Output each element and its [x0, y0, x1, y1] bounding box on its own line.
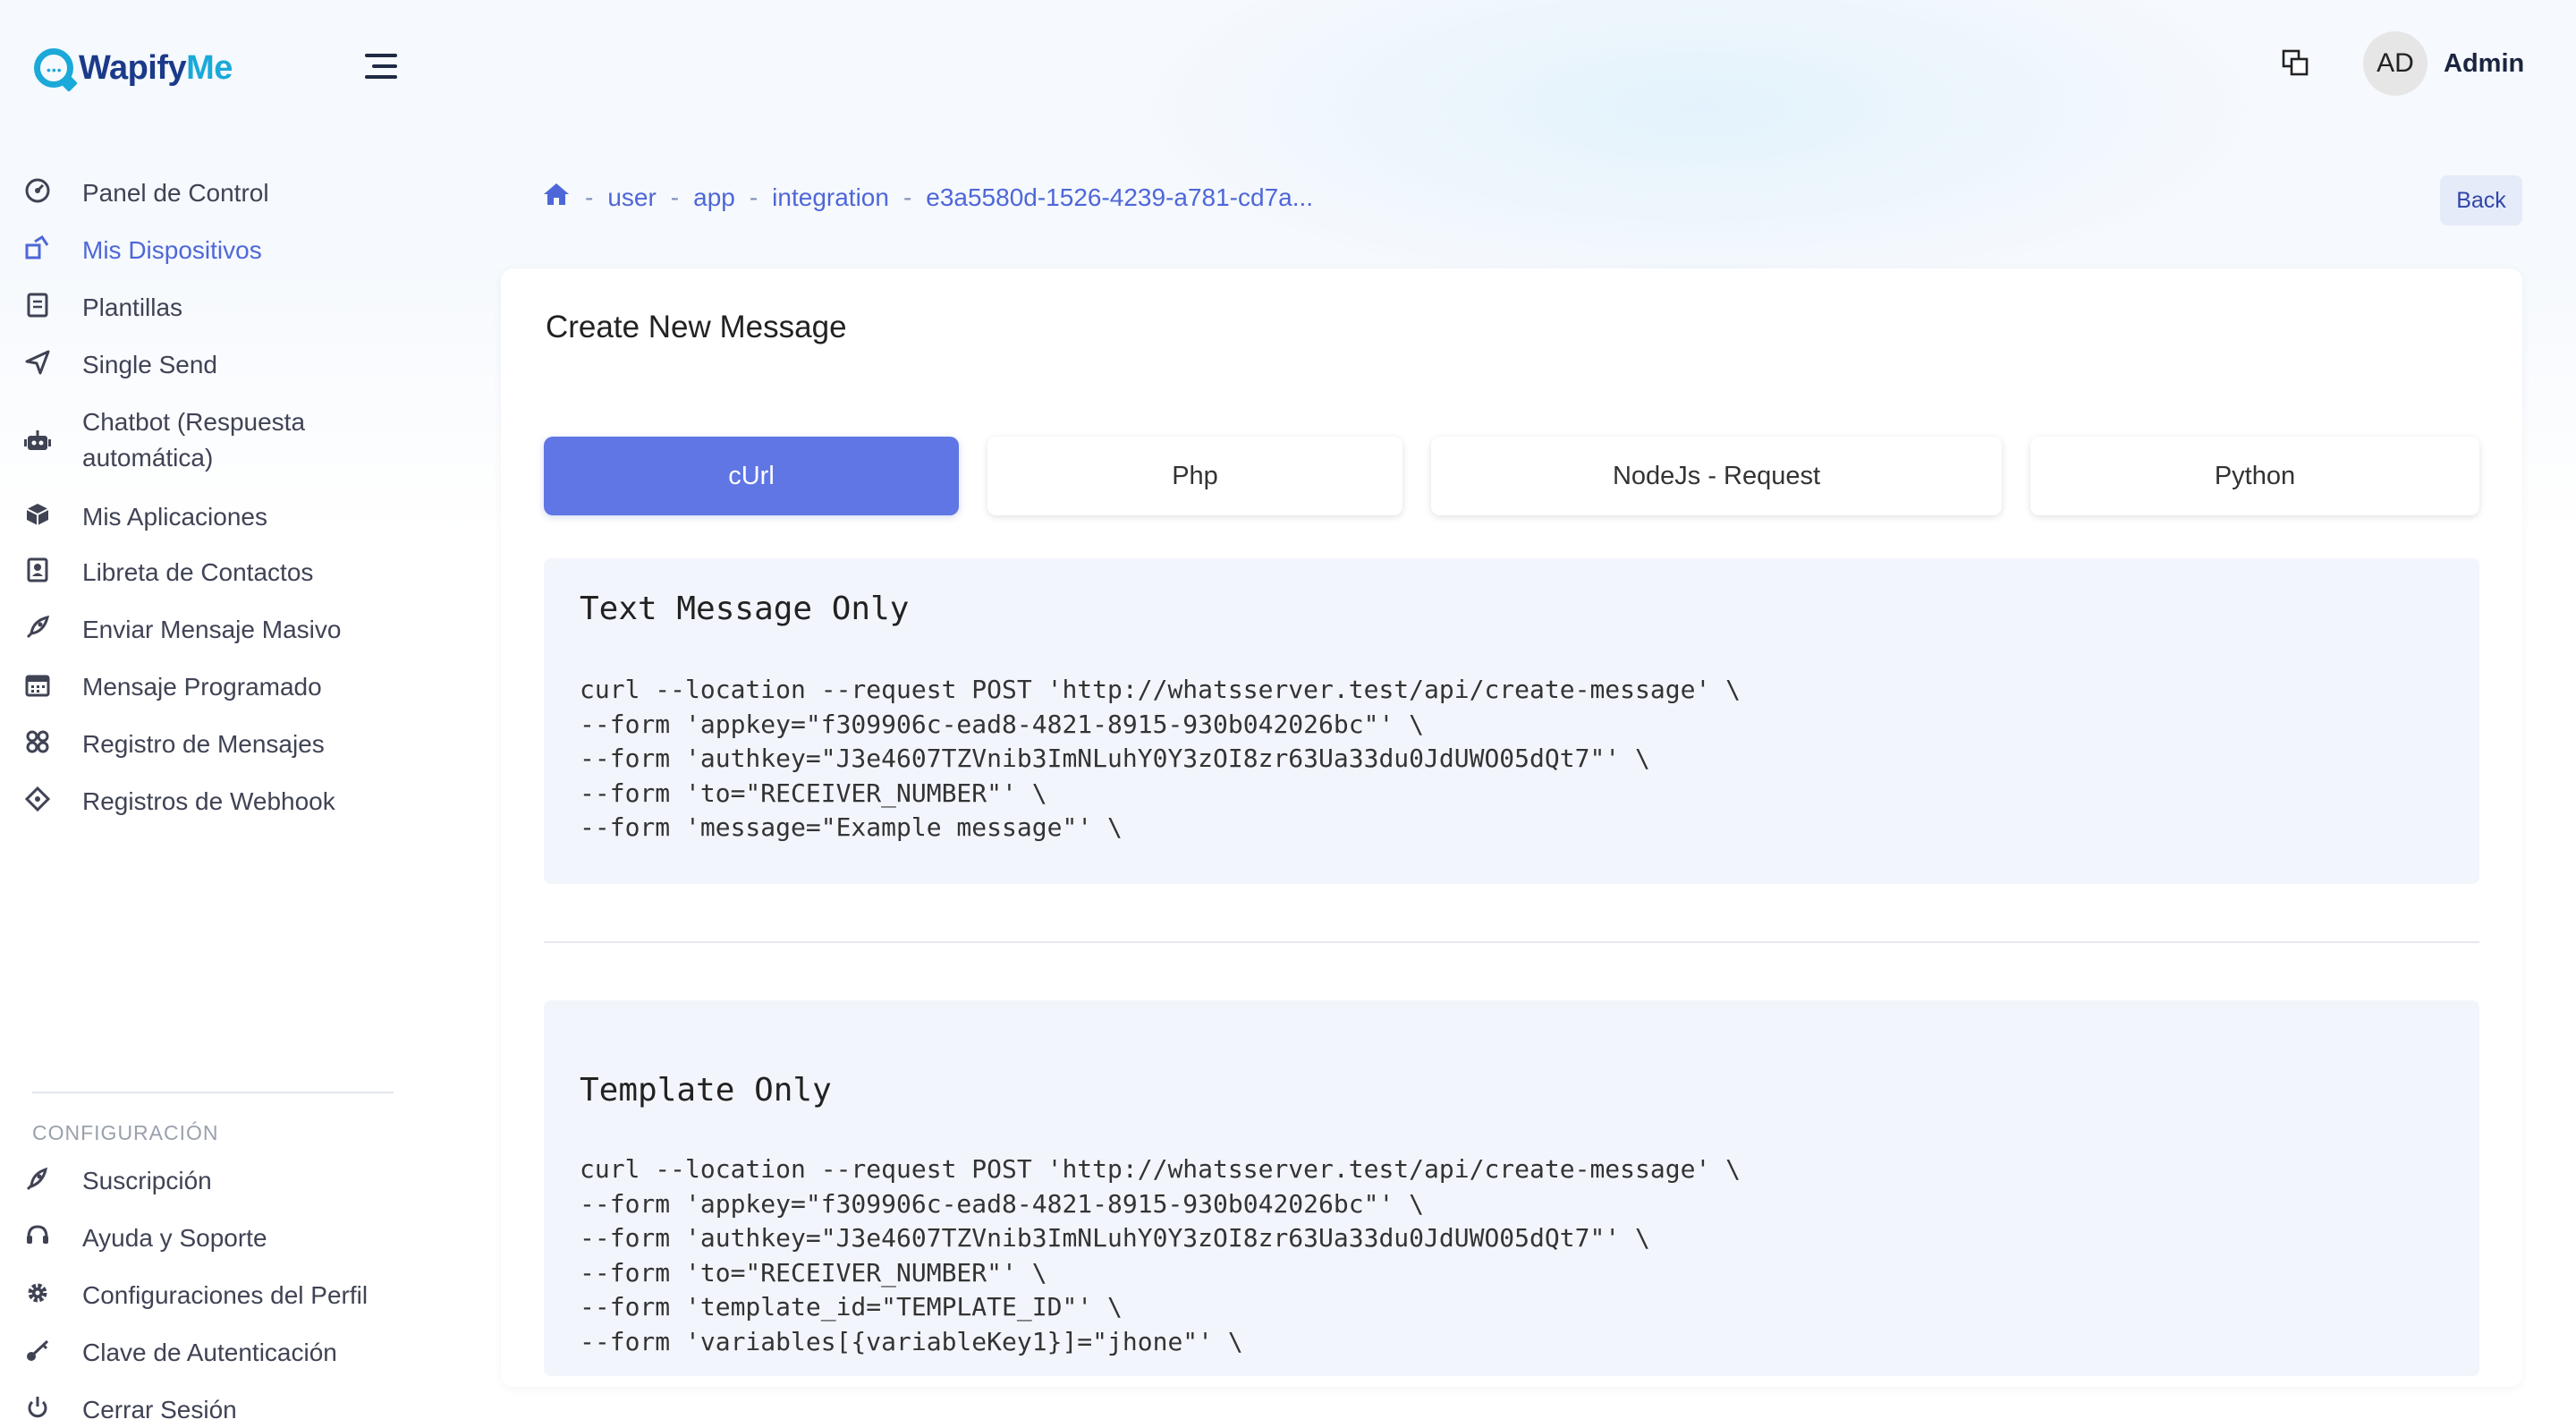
sidebar: Panel de Control Mis Dispositivos Planti… — [0, 132, 420, 1424]
code-line: --form 'authkey="J3e4607TZVnib3ImNLuhY0Y… — [580, 1223, 1650, 1253]
sidebar-item-enviar-mensaje-masivo[interactable]: Enviar Mensaje Masivo — [20, 612, 341, 648]
create-message-card: Create New Message cUrl Php NodeJs - Req… — [501, 268, 2522, 1387]
sidebar-item-label: Mensaje Programado — [82, 673, 322, 701]
code-line: --form 'message="Example message"' \ — [580, 812, 1123, 842]
sidebar-item-label: Registro de Mensajes — [82, 730, 325, 758]
section-divider — [544, 941, 2479, 943]
tab-nodejs-request[interactable]: NodeJs - Request — [1431, 437, 2002, 515]
breadcrumb-item[interactable]: user — [607, 183, 656, 212]
tab-php[interactable]: Php — [987, 437, 1402, 515]
code-line: --form 'variables[{variableKey1}]="jhone… — [580, 1326, 1243, 1356]
breadcrumb-item[interactable]: e3a5580d-1526-4239-a781-cd7a... — [926, 183, 1313, 212]
sidebar-item-cerrar-sesion[interactable]: Cerrar Sesión — [20, 1392, 237, 1428]
code-line: --form 'authkey="J3e4607TZVnib3ImNLuhY0Y… — [580, 744, 1650, 773]
sidebar-item-libreta-de-contactos[interactable]: Libreta de Contactos — [20, 555, 313, 591]
sidebar-item-mensaje-programado[interactable]: Mensaje Programado — [20, 669, 322, 705]
breadcrumb: - user - app - integration - e3a5580d-15… — [542, 182, 1313, 213]
gear-icon — [20, 1278, 55, 1308]
sidebar-item-clave-de-autenticacion[interactable]: Clave de Autenticación — [20, 1335, 337, 1371]
home-icon[interactable] — [542, 182, 571, 213]
sidebar-item-chatbot[interactable]: Chatbot (Respuesta automática) — [20, 404, 377, 476]
send-icon — [20, 347, 55, 378]
webhook-icon — [20, 784, 55, 814]
sidebar-item-configuraciones-del-perfil[interactable]: Configuraciones del Perfil — [20, 1278, 368, 1313]
sidebar-item-label: Mis Aplicaciones — [82, 503, 267, 531]
sidebar-item-mis-dispositivos[interactable]: Mis Dispositivos — [20, 233, 262, 268]
copy-icon[interactable] — [2281, 48, 2309, 77]
code-heading: Text Message Only — [580, 591, 910, 627]
code-line: --form 'template_id="TEMPLATE_ID"' \ — [580, 1292, 1123, 1322]
sidebar-item-label: Mis Dispositivos — [82, 236, 262, 264]
sidebar-item-label: Single Send — [82, 351, 218, 378]
code-line: curl --location --request POST 'http://w… — [580, 675, 1741, 704]
back-button[interactable]: Back — [2440, 175, 2522, 225]
contacts-icon — [20, 555, 55, 585]
sidebar-item-label: Cerrar Sesión — [82, 1396, 237, 1424]
power-icon — [20, 1392, 55, 1423]
sidebar-item-panel-de-control[interactable]: Panel de Control — [20, 175, 269, 211]
chat-bubble-icon: ••• — [34, 48, 73, 88]
code-line: --form 'appkey="f309906c-ead8-4821-8915-… — [580, 709, 1425, 739]
key-icon — [20, 1335, 55, 1365]
code-block-text-message[interactable]: Text Message Only curl --location --requ… — [544, 558, 2479, 884]
headset-icon — [20, 1220, 55, 1251]
user-name[interactable]: Admin — [2444, 49, 2524, 79]
sidebar-divider — [32, 1092, 394, 1093]
sidebar-item-mis-aplicaciones[interactable]: Mis Aplicaciones — [20, 499, 267, 535]
breadcrumb-item[interactable]: app — [693, 183, 735, 212]
sidebar-item-label: Panel de Control — [82, 179, 269, 207]
sidebar-item-ayuda-y-soporte[interactable]: Ayuda y Soporte — [20, 1220, 267, 1256]
sidebar-item-label: Registros de Webhook — [82, 787, 335, 815]
robot-icon — [20, 426, 55, 456]
sidebar-item-label: Enviar Mensaje Masivo — [82, 616, 342, 643]
settings-section-title: CONFIGURACIÓN — [32, 1121, 219, 1144]
sidebar-item-label: Chatbot (Respuesta automática) — [82, 408, 306, 472]
box-icon — [20, 499, 55, 530]
breadcrumb-item[interactable]: integration — [772, 183, 889, 212]
dashboard-icon — [20, 175, 55, 206]
menu-toggle-icon[interactable] — [361, 54, 397, 81]
top-bar: ••• WapifyMe AD Admin — [0, 0, 2576, 132]
sidebar-item-registro-de-mensajes[interactable]: Registro de Mensajes — [20, 727, 325, 762]
sidebar-item-single-send[interactable]: Single Send — [20, 347, 217, 383]
brand-logo[interactable]: ••• WapifyMe — [34, 43, 233, 93]
sidebar-item-label: Configuraciones del Perfil — [82, 1281, 369, 1309]
card-title: Create New Message — [546, 310, 847, 344]
subscription-icon — [20, 1163, 55, 1194]
rocket-icon — [20, 612, 55, 642]
sidebar-item-label: Plantillas — [82, 293, 183, 321]
sidebar-item-plantillas[interactable]: Plantillas — [20, 290, 182, 326]
sidebar-item-label: Ayuda y Soporte — [82, 1224, 267, 1252]
logs-icon — [20, 727, 55, 757]
tab-curl[interactable]: cUrl — [544, 437, 959, 515]
avatar[interactable]: AD — [2363, 31, 2428, 96]
tab-python[interactable]: Python — [2030, 437, 2479, 515]
code-heading: Template Only — [580, 1072, 832, 1109]
templates-icon — [20, 290, 55, 320]
code-line: curl --location --request POST 'http://w… — [580, 1154, 1741, 1184]
sidebar-item-registros-de-webhook[interactable]: Registros de Webhook — [20, 784, 335, 820]
sidebar-item-suscripcion[interactable]: Suscripción — [20, 1163, 212, 1199]
devices-icon — [20, 233, 55, 263]
code-line: --form 'appkey="f309906c-ead8-4821-8915-… — [580, 1188, 1425, 1219]
sidebar-item-label: Libreta de Contactos — [82, 558, 314, 586]
code-block-template[interactable]: Template Only curl --location --request … — [544, 1000, 2479, 1376]
sidebar-item-label: Clave de Autenticación — [82, 1339, 337, 1366]
brand-name: WapifyMe — [79, 48, 233, 87]
sidebar-item-label: Suscripción — [82, 1167, 212, 1194]
calendar-icon — [20, 669, 55, 700]
code-line: --form 'to="RECEIVER_NUMBER"' \ — [580, 1257, 1047, 1288]
code-line: --form 'to="RECEIVER_NUMBER"' \ — [580, 778, 1047, 808]
